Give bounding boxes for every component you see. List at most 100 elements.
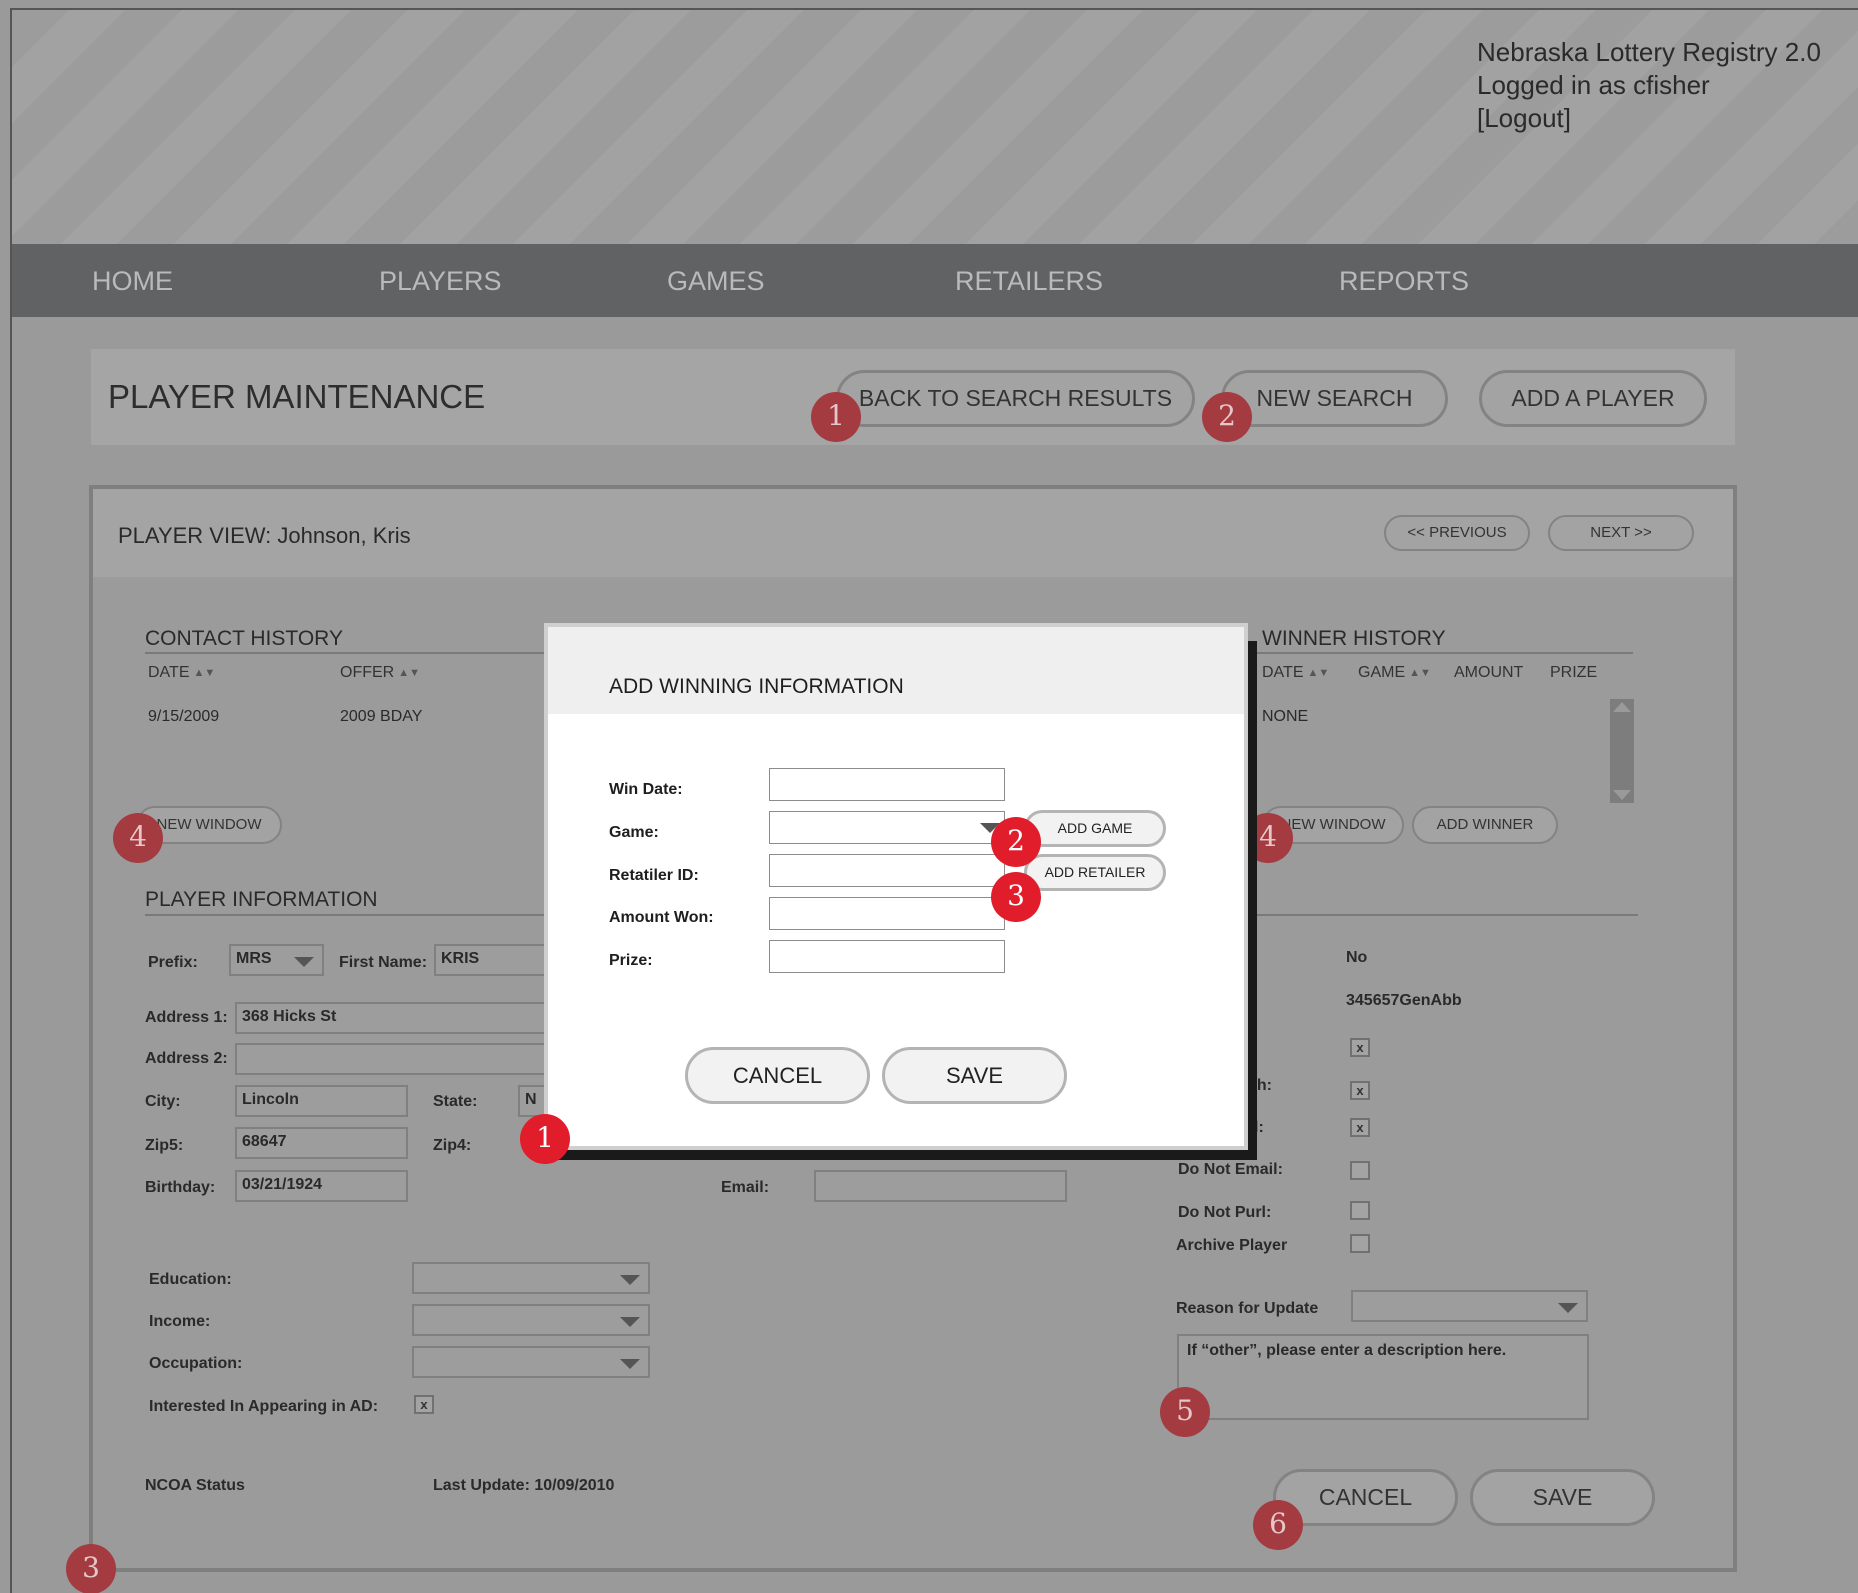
interested-checkbox[interactable]: x	[414, 1395, 434, 1414]
annotation-marker-6: 6	[1253, 1500, 1303, 1550]
nav-retailers[interactable]: RETAILERS	[955, 266, 1103, 297]
zip5-field[interactable]: 68647	[235, 1127, 408, 1159]
do-not-purl-checkbox[interactable]	[1350, 1201, 1370, 1220]
panel-save-button[interactable]: SAVE	[1470, 1469, 1655, 1526]
archive-player-label: Archive Player	[1176, 1237, 1288, 1254]
city-field[interactable]: Lincoln	[235, 1085, 408, 1117]
last-update-text: Last Update: 10/09/2010	[433, 1477, 615, 1494]
winner-empty-text: NONE	[1262, 708, 1309, 725]
retailer-id-label: Retatiler ID:	[609, 867, 699, 884]
previous-button[interactable]: << PREVIOUS	[1384, 515, 1530, 551]
add-winner-button[interactable]: ADD WINNER	[1412, 806, 1558, 844]
status-value: No	[1346, 949, 1368, 966]
sort-icon: ▲▼	[1307, 666, 1330, 679]
education-select[interactable]	[412, 1262, 650, 1294]
winner-col-prize: PRIZE	[1550, 664, 1598, 681]
modal-title: ADD WINNING INFORMATION	[609, 675, 904, 698]
game-select[interactable]	[769, 811, 1005, 844]
win-date-label: Win Date:	[609, 781, 683, 798]
modal-header	[548, 627, 1244, 714]
modal-annotation-marker-3: 3	[991, 872, 1041, 922]
modal-save-button[interactable]: SAVE	[882, 1047, 1067, 1104]
next-button[interactable]: NEXT >>	[1548, 515, 1694, 551]
scroll-up-icon[interactable]	[1613, 702, 1631, 712]
chevron-down-icon	[620, 1317, 640, 1327]
reason-for-update-select[interactable]	[1351, 1290, 1588, 1322]
contact-col-offer[interactable]: OFFER ▲▼	[340, 664, 420, 682]
chevron-down-icon	[294, 957, 314, 967]
winner-history-divider	[1250, 652, 1633, 654]
archive-player-checkbox[interactable]	[1350, 1234, 1370, 1253]
scroll-down-icon[interactable]	[1613, 790, 1631, 800]
prize-label: Prize:	[609, 952, 653, 969]
contact-col-date[interactable]: DATE ▲▼	[148, 664, 215, 682]
address1-label: Address 1:	[145, 1009, 228, 1026]
do-not-email-label: Do Not Email:	[1178, 1161, 1283, 1178]
prefix-label: Prefix:	[148, 954, 198, 971]
education-label: Education:	[149, 1271, 232, 1288]
page-title: PLAYER MAINTENANCE	[108, 378, 486, 415]
nav-players[interactable]: PLAYERS	[379, 266, 502, 297]
amount-won-field[interactable]	[769, 897, 1005, 930]
modal-cancel-button[interactable]: CANCEL	[685, 1047, 870, 1104]
player-view-title: PLAYER VIEW: Johnson, Kris	[118, 523, 411, 548]
logout-link[interactable]: [Logout]	[1477, 102, 1821, 135]
email-label: Email:	[721, 1179, 770, 1196]
first-name-field[interactable]: KRIS	[434, 944, 554, 976]
ncoa-status-label: NCOA Status	[145, 1477, 245, 1494]
add-game-button[interactable]: ADD GAME	[1024, 810, 1166, 847]
annotation-marker-3: 3	[66, 1544, 116, 1593]
chevron-down-icon	[620, 1275, 640, 1285]
back-to-search-results-button[interactable]: BACK TO SEARCH RESULTS	[836, 370, 1195, 427]
nav-home[interactable]: HOME	[92, 266, 173, 297]
sort-icon: ▲▼	[398, 666, 420, 679]
zip4-label: Zip4:	[433, 1137, 472, 1154]
birthday-field[interactable]: 03/21/1924	[235, 1170, 408, 1202]
income-select[interactable]	[412, 1304, 650, 1336]
birthday-label: Birthday:	[145, 1179, 216, 1196]
contact-row-date: 9/15/2009	[148, 708, 220, 725]
prize-field[interactable]	[769, 940, 1005, 973]
address1-field[interactable]: 368 Hicks St	[235, 1002, 555, 1034]
winner-history-title: WINNER HISTORY	[1262, 627, 1446, 650]
income-label: Income:	[149, 1313, 211, 1330]
new-search-button[interactable]: NEW SEARCH	[1221, 370, 1448, 427]
prefix-select[interactable]: MRS	[229, 944, 324, 976]
chevron-down-icon	[620, 1359, 640, 1369]
do-not-purl-label: Do Not Purl:	[1178, 1204, 1272, 1221]
modal-annotation-marker-2: 2	[991, 817, 1041, 867]
city-label: City:	[145, 1093, 181, 1110]
retailer-id-field[interactable]	[769, 854, 1005, 887]
sort-icon: ▲▼	[1409, 666, 1431, 679]
option-checkbox-2[interactable]: x	[1350, 1081, 1370, 1100]
sort-icon: ▲▼	[193, 666, 216, 679]
reason-for-update-label: Reason for Update	[1176, 1300, 1319, 1317]
nav-games[interactable]: GAMES	[667, 266, 765, 297]
address2-label: Address 2:	[145, 1050, 228, 1067]
nav-reports[interactable]: REPORTS	[1339, 266, 1469, 297]
email-field[interactable]	[814, 1170, 1067, 1202]
annotation-marker-2: 2	[1202, 392, 1252, 442]
win-date-field[interactable]	[769, 768, 1005, 801]
state-label: State:	[433, 1093, 478, 1110]
winner-col-date[interactable]: DATE ▲▼	[1262, 664, 1329, 682]
option-checkbox-3[interactable]: x	[1350, 1118, 1370, 1137]
add-a-player-button[interactable]: ADD A PLAYER	[1479, 370, 1707, 427]
option-checkbox-1[interactable]: x	[1350, 1038, 1370, 1057]
occupation-select[interactable]	[412, 1346, 650, 1378]
winner-history-scrollbar[interactable]	[1610, 699, 1634, 803]
winner-col-amount: AMOUNT	[1454, 664, 1524, 681]
do-not-email-checkbox[interactable]	[1350, 1161, 1370, 1180]
player-information-title: PLAYER INFORMATION	[145, 888, 378, 911]
add-retailer-button[interactable]: ADD RETAILER	[1024, 854, 1166, 891]
modal-annotation-marker-1: 1	[520, 1114, 570, 1164]
reason-description-textarea[interactable]: If “other”, please enter a description h…	[1177, 1334, 1589, 1420]
interested-label: Interested In Appearing in AD:	[149, 1398, 379, 1415]
game-label: Game:	[609, 824, 659, 841]
address2-field[interactable]	[235, 1043, 555, 1075]
header-info: Nebraska Lottery Registry 2.0 Logged in …	[1477, 36, 1821, 135]
add-winning-information-dialog: ADD WINNING INFORMATION Win Date: Game: …	[544, 623, 1248, 1150]
annotation-marker-5: 5	[1160, 1387, 1210, 1437]
winner-col-game[interactable]: GAME ▲▼	[1358, 664, 1431, 682]
player-id-value: 345657GenAbb	[1346, 992, 1462, 1009]
